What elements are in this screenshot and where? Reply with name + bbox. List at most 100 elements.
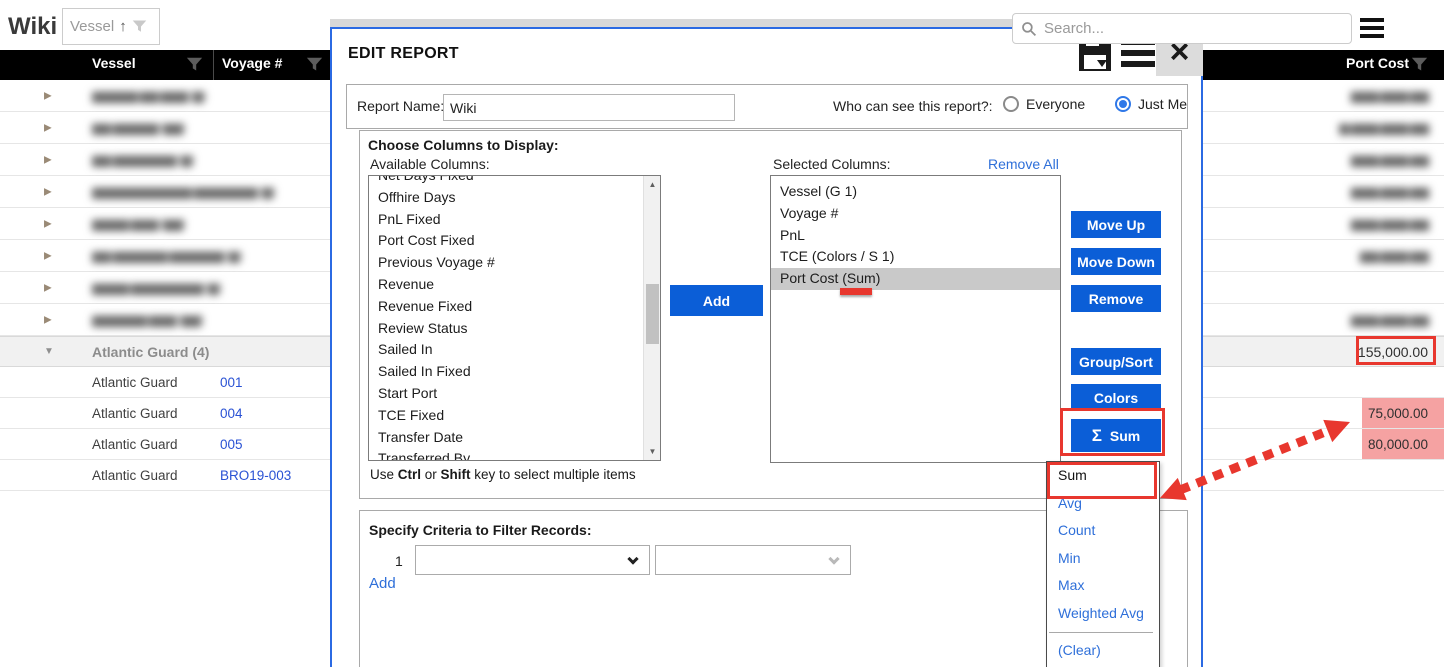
selected-column-option[interactable]: TCE (Colors / S 1) [771,246,1060,268]
selected-column-option[interactable]: PnL [771,225,1060,247]
app-logo: Wiki [8,13,57,41]
available-column-option[interactable]: Transfer Date [369,427,643,449]
redacted-port-cost: ▆▆▆,▆▆▆.▆▆ [1351,184,1428,200]
redacted-port-cost: ▆▆,▆▆▆.▆▆ [1360,248,1428,264]
available-column-option[interactable]: PnL Fixed [369,209,643,231]
available-column-option[interactable]: Port Cost Fixed [369,230,643,252]
expand-icon[interactable]: ▶ [44,218,52,229]
criteria-row-number: 1 [395,553,403,569]
vessel-name: Atlantic Guard [92,406,178,421]
expand-icon[interactable]: ▶ [44,250,52,261]
vessel-chip-label: Vessel [70,18,114,35]
modal-title: EDIT REPORT [348,45,459,63]
voyage-link[interactable]: 004 [220,406,243,421]
voyage-filter-icon[interactable] [306,56,323,73]
search-icon [1021,21,1037,37]
colors-button[interactable]: Colors [1071,384,1161,411]
available-column-option[interactable]: Transferred By [369,448,643,460]
menu-item-clear[interactable]: (Clear) [1047,637,1159,665]
vessel-name: Atlantic Guard [92,437,178,452]
redacted-vessel-name: ▆▆▆▆▆ ▆▆ ▆▆▆ (▆) [92,88,205,104]
redacted-vessel-name: ▆▆ ▆▆▆▆▆▆ ▆▆▆▆▆▆ (▆) [92,248,241,264]
search-input[interactable]: Search... [1012,13,1352,44]
remove-all-link[interactable]: Remove All [988,156,1059,172]
add-criteria-link[interactable]: Add [369,575,396,592]
available-columns-listbox[interactable]: Net Days FixedOffhire DaysPnL FixedPort … [368,175,661,461]
available-column-option[interactable]: Previous Voyage # [369,252,643,274]
menu-icon[interactable] [1360,18,1384,42]
menu-item-avg[interactable]: Avg [1047,490,1159,518]
col-header-vessel[interactable]: Vessel [92,55,136,71]
choose-columns-section: Choose Columns to Display: Available Col… [359,130,1182,499]
menu-item-min[interactable]: Min [1047,545,1159,573]
vessel-sort-chip[interactable]: Vessel ↑ [62,8,160,45]
voyage-link[interactable]: BRO19-003 [220,468,291,483]
expand-icon[interactable]: ▶ [44,282,52,293]
col-header-voyage[interactable]: Voyage # [222,55,282,71]
available-column-option[interactable]: TCE Fixed [369,405,643,427]
selected-column-option[interactable]: Port Cost (Sum) [771,268,1060,290]
radio-justme[interactable]: Just Me [1115,96,1187,112]
vessel-name: Atlantic Guard [92,375,178,390]
app-screen: Wiki Vessel ↑ Search... Vessel Voyage # … [0,0,1444,667]
criteria-field-select[interactable] [415,545,650,575]
col-header-portcost[interactable]: Port Cost [1346,55,1409,71]
group-row-label: Atlantic Guard (4) [92,344,209,360]
available-column-option[interactable]: Review Status [369,318,643,340]
hint-text: key to select multiple items [471,467,636,482]
selected-column-option[interactable]: Voyage # [771,203,1060,225]
menu-item-max[interactable]: Max [1047,572,1159,600]
move-down-button[interactable]: Move Down [1071,248,1161,275]
multi-select-hint: Use Ctrl or Shift key to select multiple… [370,467,636,482]
available-column-option[interactable]: Start Port [369,383,643,405]
redacted-port-cost: ▆,▆▆▆,▆▆▆.▆▆ [1339,120,1428,136]
move-up-button[interactable]: Move Up [1071,211,1161,238]
portcost-filter-icon[interactable] [1411,56,1428,73]
voyage-link[interactable]: 005 [220,437,243,452]
report-name-input[interactable] [443,94,735,121]
radio-circle-icon [1003,96,1019,112]
available-columns-label: Available Columns: [370,156,490,172]
menu-item-count[interactable]: Count [1047,517,1159,545]
expand-icon[interactable]: ▶ [44,154,52,165]
add-column-button[interactable]: Add [670,285,763,316]
chevron-down-icon [627,553,638,564]
vessel-name: Atlantic Guard [92,468,178,483]
expand-icon[interactable]: ▶ [44,186,52,197]
vessel-filter-icon[interactable] [186,56,203,73]
scroll-down-icon[interactable]: ▼ [644,443,661,460]
expand-icon[interactable]: ▶ [44,122,52,133]
menu-item-sum[interactable]: Sum [1047,462,1159,490]
available-column-option[interactable]: Revenue [369,274,643,296]
redacted-vessel-name: ▆▆ ▆▆▆▆▆ (▆▆) [92,120,185,136]
expand-icon[interactable]: ▶ [44,90,52,101]
search-placeholder: Search... [1044,20,1104,37]
scrollbar[interactable]: ▲ ▼ [643,176,660,460]
scroll-up-icon[interactable]: ▲ [644,176,661,193]
remove-button[interactable]: Remove [1071,285,1161,312]
sum-button[interactable]: Σ Sum [1071,419,1161,452]
redacted-vessel-name: ▆▆▆▆ ▆▆▆ (▆▆) [92,216,185,232]
selected-column-option[interactable]: Vessel (G 1) [771,181,1060,203]
available-column-option[interactable]: Offhire Days [369,187,643,209]
radio-circle-icon [1115,96,1131,112]
scrollbar-thumb[interactable] [646,284,659,344]
voyage-link[interactable]: 001 [220,375,243,390]
group-port-cost-sum: 155,000.00 [1358,344,1428,360]
menu-item-weightedavg[interactable]: Weighted Avg [1047,600,1159,628]
choose-columns-heading: Choose Columns to Display: [368,137,559,153]
radio-everyone[interactable]: Everyone [1003,96,1085,112]
expand-icon[interactable]: ▶ [44,314,52,325]
collapse-icon[interactable]: ▼ [44,346,54,357]
criteria-operator-select[interactable] [655,545,851,575]
group-sort-button[interactable]: Group/Sort [1071,348,1161,375]
report-name-section: Report Name: Who can see this report?: E… [346,84,1188,129]
redacted-port-cost: ▆▆▆,▆▆▆.▆▆ [1351,312,1428,328]
available-column-option[interactable]: Sailed In [369,339,643,361]
selected-columns-listbox[interactable]: Vessel (G 1)Voyage #PnLTCE (Colors / S 1… [770,175,1061,463]
available-column-option[interactable]: Net Days Fixed [369,176,643,187]
selected-columns-label: Selected Columns: [773,156,891,172]
available-column-option[interactable]: Revenue Fixed [369,296,643,318]
redacted-port-cost: ▆▆▆,▆▆▆.▆▆ [1351,152,1428,168]
available-column-option[interactable]: Sailed In Fixed [369,361,643,383]
